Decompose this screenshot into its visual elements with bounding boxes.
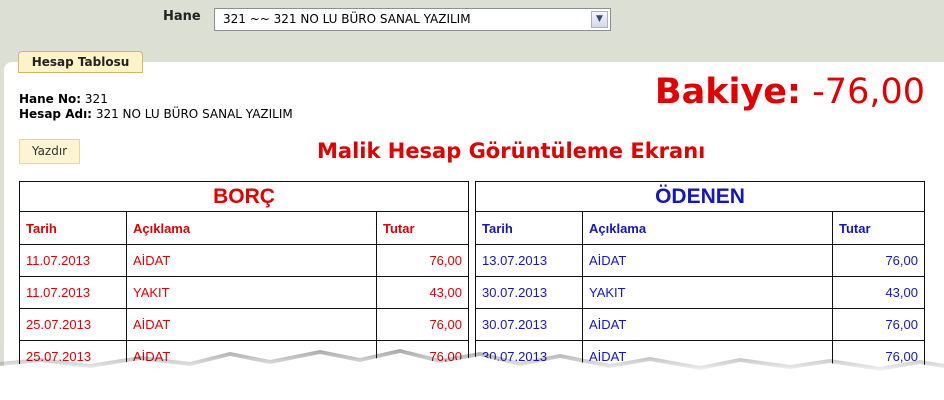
hesap-adi-line: Hesap Adı: 321 NO LU BÜRO SANAL YAZILIM <box>19 107 293 122</box>
odenen-col-aciklama: Açıklama <box>583 212 833 244</box>
borc-cell-amount: 43,00 <box>429 285 462 300</box>
odenen-col-tutar: Tutar <box>839 220 871 236</box>
borc-cell-amount: 76,00 <box>429 253 462 268</box>
screen-title: Malik Hesap Görüntüleme Ekranı <box>317 139 706 163</box>
borc-col-aciklama: Açıklama <box>127 212 377 244</box>
odenen-cell-desc: YAKIT <box>583 277 833 308</box>
tab-hesap-tablosu[interactable]: Hesap Tablosu <box>18 51 143 73</box>
torn-edge <box>0 349 944 400</box>
borc-cell-desc: AİDAT <box>127 245 377 276</box>
account-info: Hane No: 321 Hesap Adı: 321 NO LU BÜRO S… <box>19 92 293 122</box>
borc-cell-amount: 76,00 <box>429 317 462 332</box>
hane-select-value: 321 ~~ 321 NO LU BÜRO SANAL YAZILIM <box>223 12 471 26</box>
odenen-table-title: ÖDENEN <box>476 182 924 212</box>
balance-value: -76,00 <box>812 72 925 112</box>
hane-no-label: Hane No: <box>19 92 82 106</box>
borc-col-tutar: Tutar <box>383 220 415 236</box>
odenen-cell-desc: AİDAT <box>583 245 833 276</box>
odenen-header-row: Tarih Açıklama Tutar <box>476 212 924 245</box>
odenen-cell-date: 30.07.2013 <box>476 309 583 340</box>
odenen-cell-amount: 76,00 <box>885 253 918 268</box>
borc-cell-date: 11.07.2013 <box>20 277 127 308</box>
hane-label: Hane <box>163 9 201 24</box>
hesap-adi-value: 321 NO LU BÜRO SANAL YAZILIM <box>95 107 293 121</box>
odenen-cell-date: 30.07.2013 <box>476 277 583 308</box>
borc-table-title: BORÇ <box>20 182 468 212</box>
hane-no-line: Hane No: 321 <box>19 92 293 107</box>
borc-cell-desc: YAKIT <box>127 277 377 308</box>
table-row: 25.07.2013 AİDAT 76,00 <box>20 309 468 341</box>
odenen-cell-desc: AİDAT <box>583 309 833 340</box>
balance-label: Bakiye: <box>654 72 802 112</box>
table-row: 11.07.2013 AİDAT 76,00 <box>20 245 468 277</box>
odenen-cell-amount: 43,00 <box>885 285 918 300</box>
hane-no-value: 321 <box>84 92 108 106</box>
table-row: 30.07.2013 YAKIT 43,00 <box>476 277 924 309</box>
borc-cell-date: 25.07.2013 <box>20 309 127 340</box>
print-button[interactable]: Yazdır <box>19 139 80 164</box>
borc-col-tarih: Tarih <box>20 212 127 244</box>
table-row: 11.07.2013 YAKIT 43,00 <box>20 277 468 309</box>
odenen-cell-date: 13.07.2013 <box>476 245 583 276</box>
borc-cell-desc: AİDAT <box>127 309 377 340</box>
balance: Bakiye: -76,00 <box>655 72 925 112</box>
hesap-adi-label: Hesap Adı: <box>19 107 92 121</box>
odenen-cell-amount: 76,00 <box>885 317 918 332</box>
table-row: 30.07.2013 AİDAT 76,00 <box>476 309 924 341</box>
table-row: 13.07.2013 AİDAT 76,00 <box>476 245 924 277</box>
odenen-col-tarih: Tarih <box>476 212 583 244</box>
borc-cell-date: 11.07.2013 <box>20 245 127 276</box>
chevron-down-icon[interactable]: ▼ <box>591 11 608 28</box>
borc-header-row: Tarih Açıklama Tutar <box>20 212 468 245</box>
hane-select[interactable]: 321 ~~ 321 NO LU BÜRO SANAL YAZILIM ▼ <box>214 8 611 31</box>
